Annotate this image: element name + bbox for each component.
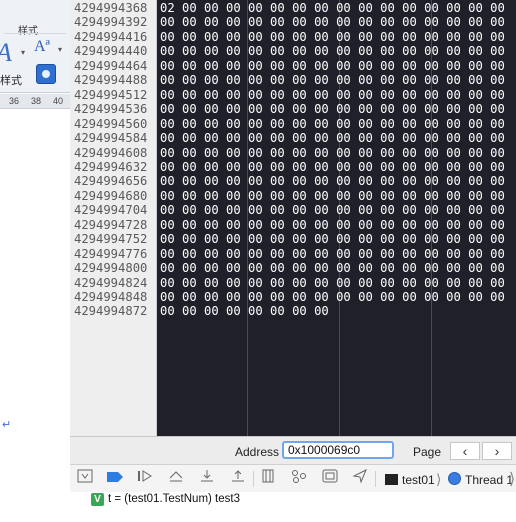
step-out-icon <box>232 470 244 482</box>
ruler: 36 38 40 <box>0 94 70 109</box>
memory-address: 4294994608 <box>74 145 148 160</box>
breakpoint-icon <box>107 472 123 482</box>
page-next-button[interactable]: › <box>482 442 512 460</box>
ribbon-group-label: 样式 <box>18 26 38 37</box>
memory-bytes[interactable]: 00 00 00 00 00 00 00 00 00 00 00 00 00 0… <box>160 261 505 275</box>
memory-address: 4294994728 <box>74 217 148 232</box>
memory-bytes[interactable]: 00 00 00 00 00 00 00 00 00 00 00 00 00 0… <box>160 30 505 44</box>
page-label: Page <box>413 445 442 459</box>
variables-view: V t = (test01.TestNum) test3 <box>70 492 516 522</box>
memory-address: 4294994488 <box>74 73 148 88</box>
environment-overrides-button[interactable] <box>320 469 340 489</box>
memory-address: 4294994416 <box>74 29 148 44</box>
memory-address: 4294994392 <box>74 15 148 30</box>
memory-address: 4294994632 <box>74 159 148 174</box>
memory-bytes[interactable]: 00 00 00 00 00 00 00 00 00 00 00 00 00 0… <box>160 247 505 261</box>
address-input[interactable] <box>282 441 394 459</box>
memory-bytes[interactable]: 00 00 00 00 00 00 00 00 00 00 00 00 00 0… <box>160 102 505 116</box>
continue-button[interactable] <box>135 469 155 489</box>
styles-pane-icon[interactable] <box>36 64 56 84</box>
word-ribbon-fragment: 样式 A ▾ 样式 Aª ▾ 36 38 40 ↵ <box>0 0 70 522</box>
memory-address: 4294994800 <box>74 261 148 276</box>
memory-bytes[interactable]: 00 00 00 00 00 00 00 00 00 00 00 00 00 0… <box>160 146 505 160</box>
page-prev-button[interactable]: ‹ <box>450 442 480 460</box>
variable-row[interactable]: t = (test01.TestNum) test3 <box>108 493 240 505</box>
memory-bytes[interactable]: 00 00 00 00 00 00 00 00 00 00 00 00 00 0… <box>160 15 505 29</box>
chevron-down-icon[interactable]: ▾ <box>21 48 25 57</box>
memory-address: 4294994464 <box>74 58 148 73</box>
memory-bytes[interactable]: 00 00 00 00 00 00 00 00 00 00 00 00 00 0… <box>160 218 505 232</box>
address-label: Address <box>235 445 280 459</box>
memory-bytes[interactable]: 00 00 00 00 00 00 00 00 00 00 00 00 00 0… <box>160 203 505 217</box>
memory-address: 4294994656 <box>74 174 148 189</box>
memory-address: 4294994752 <box>74 232 148 247</box>
memory-address: 4294994824 <box>74 275 148 290</box>
ruler-tick: 40 <box>53 96 64 106</box>
address-bar: Address Page ‹ › <box>70 436 516 465</box>
view-hierarchy-icon <box>262 469 274 483</box>
hide-debug-area-icon <box>77 469 93 483</box>
change-case-icon[interactable]: Aª <box>34 38 50 56</box>
memory-bytes[interactable]: 00 00 00 00 00 00 00 00 00 00 00 00 00 0… <box>160 290 505 304</box>
memory-bytes[interactable]: 00 00 00 00 00 00 00 00 00 00 00 00 00 0… <box>160 73 505 87</box>
step-over-icon <box>169 471 183 482</box>
memory-graph-button[interactable] <box>289 469 309 489</box>
step-over-button[interactable] <box>166 469 186 489</box>
breakpoints-toggle-button[interactable] <box>105 469 125 489</box>
memory-address: 4294994560 <box>74 116 148 131</box>
step-into-icon <box>201 470 213 482</box>
chevron-left-icon: ‹ <box>462 443 468 459</box>
memory-address: 4294994584 <box>74 131 148 146</box>
chevron-right-icon: ⟩ <box>436 471 442 487</box>
continue-icon <box>138 470 152 482</box>
return-mark-icon: ↵ <box>2 419 12 431</box>
memory-address: 4294994872 <box>74 304 148 319</box>
memory-bytes[interactable]: 00 00 00 00 00 00 00 00 00 00 00 00 00 0… <box>160 160 505 174</box>
memory-bytes[interactable]: 00 00 00 00 00 00 00 00 00 00 00 00 00 0… <box>160 59 505 73</box>
location-arrow-icon <box>352 468 367 484</box>
debug-toolbar: test01 ⟩ Thread 1 ⟩ <box>70 464 516 493</box>
memory-address: 4294994512 <box>74 87 148 102</box>
memory-bytes[interactable]: 00 00 00 00 00 00 00 00 00 00 00 00 00 0… <box>160 88 505 102</box>
thread-icon <box>448 472 461 485</box>
memory-bytes[interactable]: 00 00 00 00 00 00 00 00 00 00 00 00 00 0… <box>160 189 505 203</box>
memory-address: 4294994440 <box>74 44 148 59</box>
simulate-location-button[interactable] <box>350 468 370 489</box>
environment-overrides-icon <box>322 469 338 483</box>
memory-bytes[interactable]: 00 00 00 00 00 00 00 00 00 00 00 00 00 0… <box>160 131 505 145</box>
styles-button-label[interactable]: 样式 <box>0 72 22 88</box>
memory-bytes[interactable]: 00 00 00 00 00 00 00 00 <box>160 304 329 318</box>
process-breadcrumb[interactable]: test01 <box>402 473 435 487</box>
view-hierarchy-button[interactable] <box>258 469 278 489</box>
step-into-button[interactable] <box>197 469 217 489</box>
memory-bytes[interactable]: 00 00 00 00 00 00 00 00 00 00 00 00 00 0… <box>160 117 505 131</box>
memory-bytes[interactable]: 00 00 00 00 00 00 00 00 00 00 00 00 00 0… <box>160 174 505 188</box>
ribbon-divider <box>4 33 66 34</box>
hide-debug-area-button[interactable] <box>75 469 95 489</box>
memory-bytes[interactable]: 00 00 00 00 00 00 00 00 00 00 00 00 00 0… <box>160 276 505 290</box>
styles-icon[interactable]: A <box>0 38 12 68</box>
ruler-tick: 38 <box>31 96 42 106</box>
memory-bytes[interactable]: 02 00 00 00 00 00 00 00 00 00 00 00 00 0… <box>160 1 505 15</box>
memory-address: 4294994536 <box>74 102 148 117</box>
thread-breadcrumb[interactable]: Thread 1 <box>465 473 513 487</box>
ruler-tick: 36 <box>9 96 20 106</box>
chevron-down-icon[interactable]: ▾ <box>58 45 62 54</box>
chevron-right-icon: ⟩ <box>509 471 516 488</box>
toolbar-divider <box>375 471 376 487</box>
memory-address: 4294994848 <box>74 290 148 304</box>
chevron-right-icon: › <box>494 443 500 459</box>
memory-address: 4294994680 <box>74 188 148 203</box>
process-icon <box>385 474 398 485</box>
memory-address: 4294994704 <box>74 203 148 218</box>
memory-address: 4294994368 <box>74 1 148 15</box>
memory-graph-icon <box>292 470 306 483</box>
variable-kind-badge: V <box>91 493 104 506</box>
toolbar-divider <box>253 471 254 487</box>
memory-bytes[interactable]: 00 00 00 00 00 00 00 00 00 00 00 00 00 0… <box>160 232 505 246</box>
memory-address: 4294994776 <box>74 246 148 261</box>
memory-bytes[interactable]: 00 00 00 00 00 00 00 00 00 00 00 00 00 0… <box>160 44 505 58</box>
step-out-button[interactable] <box>228 469 248 489</box>
